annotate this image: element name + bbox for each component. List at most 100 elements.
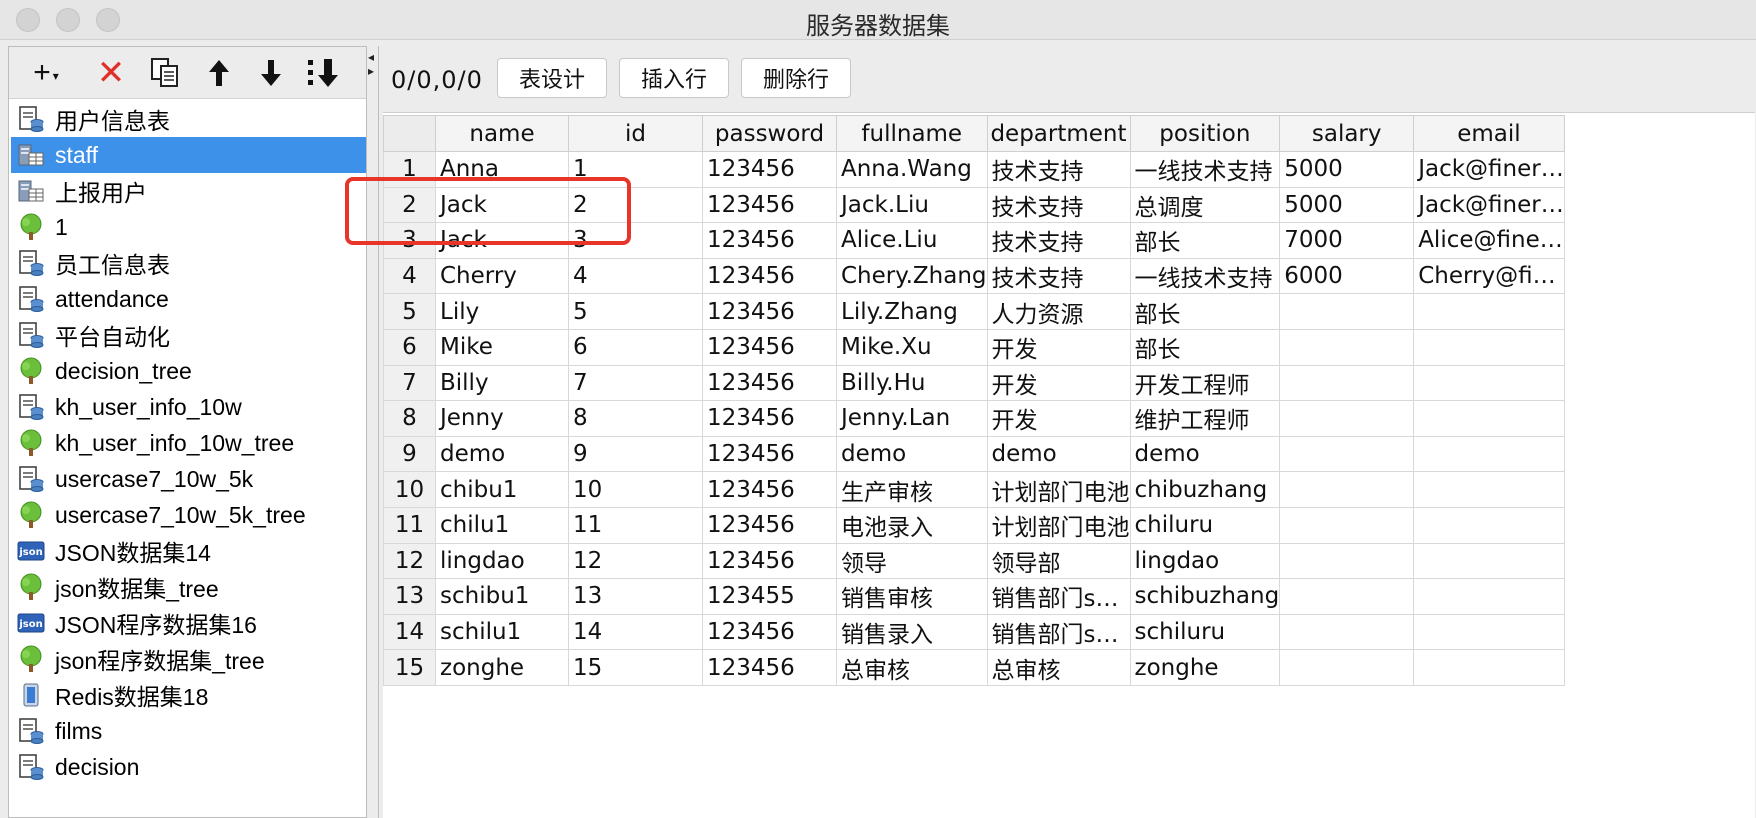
cell-position[interactable]: 一线技术支持 [1129, 257, 1281, 295]
tree-item[interactable]: usercase7_10w_5k_tree [11, 497, 366, 533]
cell-password[interactable]: 123456 [702, 649, 837, 686]
cell-id[interactable]: 2 [568, 186, 703, 224]
tree-item[interactable]: decision_tree [11, 353, 366, 389]
table-row[interactable]: 10 chibu1 10 123456 生产审核 计划部门电池 chibuzhang [383, 471, 1565, 508]
tree-item[interactable]: staff [11, 137, 366, 173]
delete-dataset-button[interactable]: ✕ [93, 54, 129, 92]
cell-salary[interactable]: 7000 [1279, 222, 1415, 259]
table-row[interactable]: 6 Mike 6 123456 Mike.Xu 开发 部长 [383, 328, 1565, 366]
cell-department[interactable]: 开发 [986, 328, 1131, 366]
tree-item[interactable]: films [11, 713, 366, 749]
sort-button[interactable] [301, 55, 345, 91]
tree-item[interactable]: json数据集_tree [11, 569, 366, 605]
cell-salary[interactable]: 6000 [1279, 257, 1415, 295]
cell-position[interactable]: 部长 [1129, 293, 1281, 330]
cell-name[interactable]: chilu1 [435, 506, 569, 544]
cell-password[interactable]: 123456 [702, 293, 837, 330]
table-row[interactable]: 11 chilu1 11 123456 电池录入 计划部门电池 chiluru [383, 506, 1565, 544]
cell-fullname[interactable]: 领导 [836, 542, 988, 580]
cell-salary[interactable]: 5000 [1279, 151, 1415, 188]
cell-position[interactable]: schibuzhang [1129, 578, 1281, 615]
cell-department[interactable]: 开发 [986, 364, 1131, 402]
collapse-panel-arrow[interactable]: ◂ ▸ [368, 50, 378, 90]
cell-salary[interactable] [1279, 542, 1415, 580]
column-header[interactable]: department [986, 115, 1131, 152]
cell-salary[interactable] [1279, 578, 1415, 615]
cell-email[interactable] [1413, 506, 1565, 544]
cell-password[interactable]: 123456 [702, 257, 837, 295]
table-row[interactable]: 12 lingdao 12 123456 领导 领导部 lingdao [383, 542, 1565, 580]
cell-department[interactable]: 销售部门s… [986, 578, 1131, 615]
tree-item[interactable]: decision [11, 749, 366, 785]
cell-password[interactable]: 123456 [702, 186, 837, 224]
table-row[interactable]: 8 Jenny 8 123456 Jenny.Lan 开发 维护工程师 [383, 400, 1565, 437]
cell-department[interactable]: 技术支持 [986, 257, 1131, 295]
cell-position[interactable]: 总调度 [1129, 186, 1281, 224]
column-header[interactable]: position [1129, 115, 1281, 152]
cell-password[interactable]: 123456 [702, 364, 837, 402]
cell-password[interactable]: 123455 [702, 578, 837, 615]
add-dataset-button[interactable]: + ▾ [23, 55, 69, 91]
cell-name[interactable]: chibu1 [435, 471, 569, 508]
cell-fullname[interactable]: 电池录入 [836, 506, 988, 544]
column-header[interactable]: fullname [836, 115, 988, 152]
cell-name[interactable]: Jack [435, 222, 569, 259]
cell-salary[interactable] [1279, 400, 1415, 437]
column-header[interactable]: salary [1279, 115, 1415, 152]
table-row[interactable]: 3 Jack 3 123456 Alice.Liu 技术支持 部长 7000 Alice@fin… [383, 222, 1565, 259]
cell-name[interactable]: demo [435, 435, 569, 473]
table-row[interactable]: 2 Jack 2 123456 Jack.Liu 技术支持 总调度 5000 Jack@fine… [383, 186, 1565, 224]
cell-password[interactable]: 123456 [702, 151, 837, 188]
cell-fullname[interactable]: Billy.Hu [836, 364, 988, 402]
cell-name[interactable]: zonghe [435, 649, 569, 686]
cell-id[interactable]: 9 [568, 435, 703, 473]
cell-department[interactable]: 计划部门电池 [986, 506, 1131, 544]
column-header[interactable]: id [568, 115, 703, 152]
cell-department[interactable]: 人力资源 [986, 293, 1131, 330]
cell-name[interactable]: schilu1 [435, 613, 569, 651]
cell-id[interactable]: 3 [568, 222, 703, 259]
cell-email[interactable]: Jack@finer… [1413, 151, 1565, 188]
cell-password[interactable]: 123456 [702, 506, 837, 544]
cell-salary[interactable] [1279, 364, 1415, 402]
cell-name[interactable]: Anna [435, 151, 569, 188]
tree-item[interactable]: 上报用户 [11, 173, 366, 209]
cell-position[interactable]: 开发工程师 [1129, 364, 1281, 402]
move-up-button[interactable] [199, 55, 239, 91]
cell-name[interactable]: Lily [435, 293, 569, 330]
cell-department[interactable]: 计划部门电池 [986, 471, 1131, 508]
cell-salary[interactable] [1279, 506, 1415, 544]
move-down-button[interactable] [251, 55, 291, 91]
column-header[interactable]: name [435, 115, 569, 152]
cell-fullname[interactable]: Lily.Zhang [836, 293, 988, 330]
cell-name[interactable]: Jenny [435, 400, 569, 437]
cell-id[interactable]: 6 [568, 328, 703, 366]
cell-name[interactable]: lingdao [435, 542, 569, 580]
cell-salary[interactable] [1279, 471, 1415, 508]
tree-item[interactable]: 平台自动化 [11, 317, 366, 353]
cell-fullname[interactable]: Anna.Wang [836, 151, 988, 188]
cell-department[interactable]: 技术支持 [986, 222, 1131, 259]
cell-department[interactable]: 销售部门s… [986, 613, 1131, 651]
insert-row-button[interactable]: 插入行 [619, 58, 729, 98]
cell-salary[interactable] [1279, 649, 1415, 686]
cell-fullname[interactable]: demo [836, 435, 988, 473]
tree-item[interactable]: 员工信息表 [11, 245, 366, 281]
column-header[interactable]: password [702, 115, 837, 152]
cell-salary[interactable] [1279, 328, 1415, 366]
cell-fullname[interactable]: Chery.Zhang [836, 257, 988, 295]
cell-password[interactable]: 123456 [702, 435, 837, 473]
cell-department[interactable]: 领导部 [986, 542, 1131, 580]
table-row[interactable]: 5 Lily 5 123456 Lily.Zhang 人力资源 部长 [383, 293, 1565, 330]
cell-id[interactable]: 12 [568, 542, 703, 580]
cell-email[interactable]: Cherry@fi… [1413, 257, 1565, 295]
cell-position[interactable]: demo [1129, 435, 1281, 473]
tree-item[interactable]: 1 [11, 209, 366, 245]
cell-password[interactable]: 123456 [702, 328, 837, 366]
cell-salary[interactable] [1279, 613, 1415, 651]
cell-email[interactable] [1413, 578, 1565, 615]
cell-salary[interactable] [1279, 435, 1415, 473]
cell-fullname[interactable]: Jack.Liu [836, 186, 988, 224]
cell-id[interactable]: 1 [568, 151, 703, 188]
cell-email[interactable] [1413, 293, 1565, 330]
